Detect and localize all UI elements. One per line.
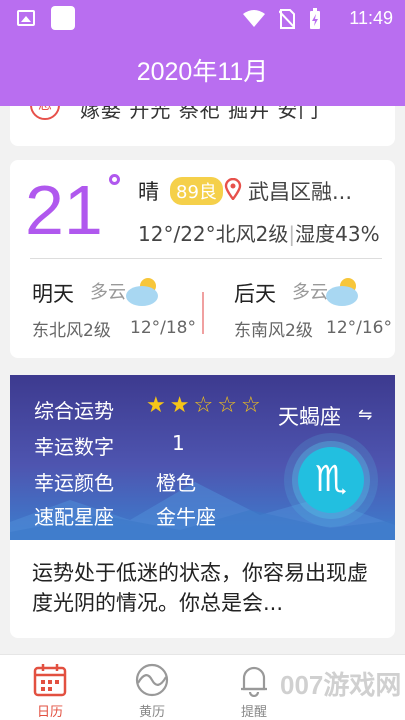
fortune-description: 运势处于低迷的状态，你容易出现虚度光阴的情况。你总是会... bbox=[32, 561, 368, 615]
month-title[interactable]: 2020年11月 bbox=[0, 38, 405, 106]
lucky-color-label: 幸运颜色 bbox=[34, 471, 114, 495]
location-name[interactable]: 武昌区融... bbox=[248, 176, 352, 206]
weather-condition: 晴 bbox=[138, 180, 159, 204]
nav-calendar[interactable]: 日历 bbox=[10, 655, 90, 720]
fortune-rating: ★ ★ ☆ ☆ ☆ bbox=[146, 393, 261, 418]
notification-square-icon bbox=[51, 6, 75, 30]
status-time: 11:49 bbox=[349, 8, 393, 28]
current-temperature: 21 bbox=[25, 171, 103, 249]
match-sign-label: 速配星座 bbox=[34, 505, 114, 529]
almanac-card[interactable]: 忌 嫁娶 开光 祭祀 掘井 安门 bbox=[10, 106, 395, 146]
day-after-wind: 东南风2级 bbox=[234, 321, 313, 341]
day-after-label: 后天 bbox=[234, 282, 276, 306]
star-filled-icon: ★ bbox=[146, 393, 166, 418]
star-empty-icon: ☆ bbox=[240, 393, 261, 418]
overall-fortune-label: 综合运势 bbox=[34, 399, 114, 423]
day-divider bbox=[202, 292, 204, 334]
image-icon bbox=[17, 10, 35, 26]
aqi-badge: 89良 bbox=[170, 177, 223, 205]
watermark: 007游戏网 bbox=[280, 670, 402, 700]
avoid-badge: 忌 bbox=[30, 106, 60, 120]
temp-range: 12°/22° bbox=[138, 222, 216, 246]
lucky-number-value: 1 bbox=[172, 431, 185, 455]
nav-almanac-label: 黄历 bbox=[138, 705, 165, 720]
tomorrow-temp: 12°/18° bbox=[130, 318, 196, 338]
nav-reminder-label: 提醒 bbox=[240, 705, 267, 720]
bell-icon bbox=[241, 666, 267, 697]
wind: 北风2级 bbox=[215, 222, 289, 246]
battery-charging-icon bbox=[310, 8, 320, 29]
divider bbox=[30, 258, 382, 259]
zodiac-sign-name[interactable]: 天蝎座 bbox=[278, 401, 341, 431]
nav-calendar-label: 日历 bbox=[36, 705, 63, 720]
star-empty-icon: ☆ bbox=[193, 393, 214, 418]
lucky-color-value: 橙色 bbox=[156, 471, 196, 495]
day-after-temp: 12°/16° bbox=[326, 318, 392, 338]
lucky-number-label: 幸运数字 bbox=[34, 435, 114, 459]
humidity: 湿度43% bbox=[295, 222, 380, 246]
star-empty-icon: ☆ bbox=[217, 393, 237, 418]
tomorrow-label: 明天 bbox=[32, 282, 74, 306]
tomorrow-wind: 东北风2级 bbox=[32, 321, 111, 341]
status-bar: 11:49 bbox=[0, 0, 405, 38]
wifi-icon bbox=[243, 10, 265, 27]
almanac-icon bbox=[135, 663, 169, 697]
avoid-list: 嫁娶 开光 祭祀 掘井 安门 bbox=[80, 106, 320, 122]
fortune-card[interactable]: 运势处于低迷的状态，你容易出现虚度光阴的情况。你总是会... bbox=[10, 540, 395, 638]
location-pin-icon bbox=[224, 178, 242, 200]
degree-symbol bbox=[109, 174, 120, 185]
no-sim-icon bbox=[279, 9, 295, 29]
tomorrow-condition: 多云 bbox=[90, 282, 126, 303]
match-sign-value: 金牛座 bbox=[156, 505, 216, 529]
weather-card[interactable]: 21 晴 89良 武昌区融... 12°/22°北风2级|湿度43% 明天 多云… bbox=[10, 160, 395, 358]
nav-almanac[interactable]: 黄历 bbox=[112, 655, 192, 720]
calendar-icon bbox=[33, 664, 67, 697]
cloudy-icon bbox=[326, 278, 358, 306]
star-filled-icon: ★ bbox=[169, 393, 190, 418]
swap-icon[interactable]: ⇋ bbox=[358, 405, 372, 425]
header: 2020年11月 bbox=[0, 38, 405, 106]
scorpio-icon: ♏ bbox=[298, 447, 364, 513]
cloudy-icon bbox=[126, 278, 158, 306]
horoscope-card[interactable]: 综合运势 ★ ★ ☆ ☆ ☆ 天蝎座 ⇋ 幸运数字 1 幸运颜色 橙色 速配星座 金牛座… bbox=[10, 375, 395, 540]
weather-details: 12°/22°北风2级|湿度43% bbox=[138, 218, 380, 247]
